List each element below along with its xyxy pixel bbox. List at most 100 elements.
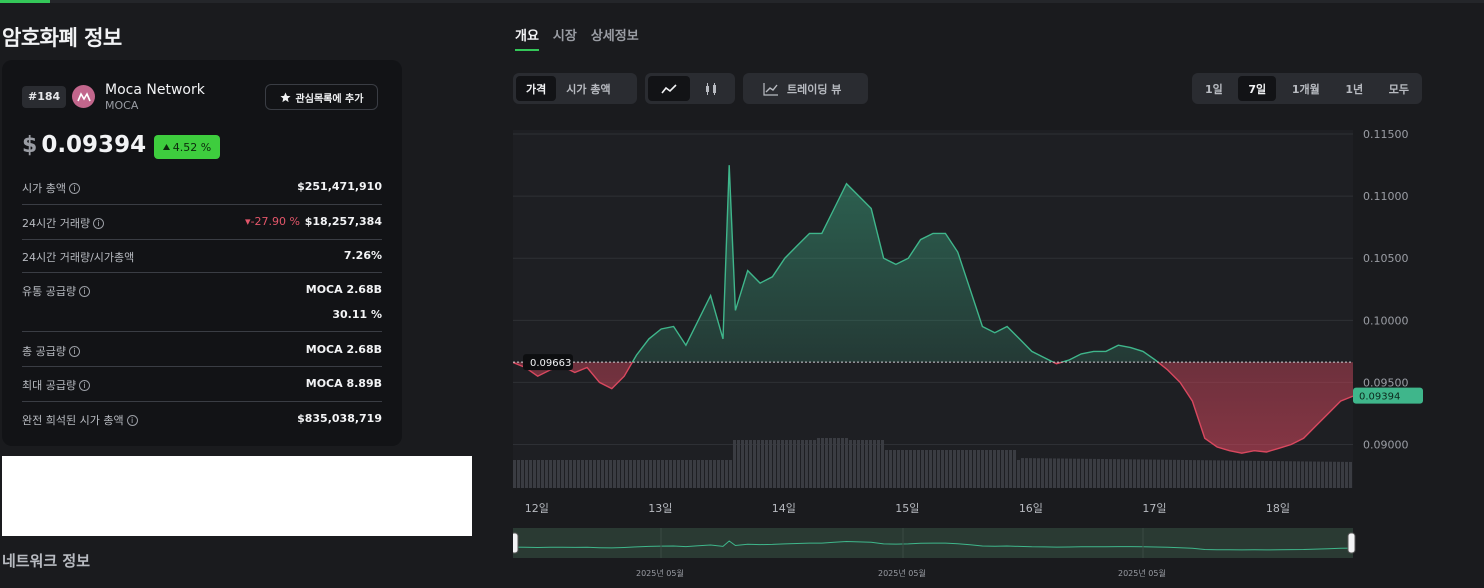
candlestick-button[interactable] bbox=[690, 76, 732, 101]
volume-bar bbox=[553, 460, 556, 488]
volume-bar bbox=[1177, 459, 1180, 488]
range-1d[interactable]: 1일 bbox=[1195, 76, 1233, 101]
volume-bar bbox=[1277, 461, 1280, 488]
price-chart[interactable]: 0.11500 0.11000 0.10500 0.10000 0.09500 0.090… bbox=[513, 130, 1443, 588]
volume-bar bbox=[893, 450, 896, 488]
volume-bar bbox=[1081, 458, 1084, 488]
volume-bar bbox=[1185, 460, 1188, 488]
volume-bar bbox=[1017, 460, 1020, 488]
info-icon[interactable]: i bbox=[93, 217, 105, 229]
line-chart-button[interactable] bbox=[648, 76, 690, 101]
volume-bar bbox=[729, 460, 732, 488]
volume-bar bbox=[1233, 460, 1236, 488]
volume-bar bbox=[1061, 458, 1064, 488]
stat-label: 완전 희석된 시가 총액 i bbox=[22, 412, 138, 428]
volume-bar bbox=[1161, 459, 1164, 488]
navigator-handle-left bbox=[513, 532, 519, 554]
volume-bar bbox=[1121, 459, 1124, 488]
volume-bar bbox=[945, 450, 948, 488]
market-cap-toggle-button[interactable]: 시가 총액 bbox=[556, 76, 620, 101]
price-change-badge: 4.52 % bbox=[154, 135, 220, 159]
volume-bar bbox=[1029, 458, 1032, 488]
volume-bar bbox=[817, 438, 820, 488]
volume-bar bbox=[1045, 458, 1048, 488]
price-change-value: 4.52 % bbox=[172, 140, 212, 154]
volume-bar bbox=[569, 460, 572, 488]
volume-bar bbox=[1101, 459, 1104, 488]
info-icon[interactable]: i bbox=[79, 285, 91, 297]
x-tick-label: 14일 bbox=[772, 501, 796, 515]
volume-bar bbox=[969, 450, 972, 488]
trading-view-button[interactable]: 트레이딩 뷰 bbox=[743, 73, 868, 104]
volume-bar bbox=[765, 440, 768, 488]
volume-bar bbox=[1341, 461, 1344, 488]
main-tabs: 개요 시장 상세정보 bbox=[515, 25, 639, 51]
volume-bar bbox=[1117, 459, 1120, 488]
reference-price-label: 0.09663 bbox=[530, 358, 571, 369]
volume-bar bbox=[897, 450, 900, 488]
stat-value: MOCA 8.89B bbox=[305, 377, 382, 390]
coin-symbol: MOCA bbox=[105, 99, 139, 112]
volume-bar bbox=[737, 440, 740, 488]
top-progress-line bbox=[0, 0, 1484, 3]
volume-bar bbox=[749, 440, 752, 488]
stat-value: MOCA 2.68B bbox=[305, 343, 382, 356]
volume-bar bbox=[949, 450, 952, 488]
info-icon[interactable]: i bbox=[126, 414, 138, 426]
volume-bar bbox=[597, 460, 600, 488]
volume-bar bbox=[877, 440, 880, 488]
chart-type-toggle: 가격 시가 총액 bbox=[513, 73, 637, 104]
volume-bar bbox=[1317, 461, 1320, 488]
volume-bar bbox=[657, 460, 660, 488]
volume-bar bbox=[929, 450, 932, 488]
divider bbox=[22, 366, 382, 367]
volume-bar bbox=[921, 450, 924, 488]
tab-overview[interactable]: 개요 bbox=[515, 25, 539, 51]
volume-bar bbox=[521, 460, 524, 488]
volume-bar bbox=[1001, 450, 1004, 488]
volume-bar bbox=[913, 450, 916, 488]
volume-bar bbox=[713, 460, 716, 488]
volume-bar bbox=[1337, 461, 1340, 488]
info-icon[interactable]: i bbox=[68, 345, 80, 357]
range-1y[interactable]: 1년 bbox=[1335, 76, 1373, 101]
range-all[interactable]: 모두 bbox=[1379, 76, 1419, 101]
volume-bar bbox=[1157, 459, 1160, 488]
range-1m[interactable]: 1개월 bbox=[1282, 76, 1330, 101]
volume-bar bbox=[697, 460, 700, 488]
volume-bar bbox=[1245, 460, 1248, 488]
stat-value: $18,257,384 bbox=[304, 215, 382, 228]
volume-bar bbox=[789, 440, 792, 488]
info-icon[interactable]: i bbox=[79, 379, 91, 391]
price-currency: $ bbox=[22, 132, 38, 158]
tab-market[interactable]: 시장 bbox=[553, 25, 577, 51]
volume-bar bbox=[1125, 459, 1128, 488]
volume-bar bbox=[1013, 450, 1016, 488]
volume-bar bbox=[1305, 461, 1308, 488]
volume-bar bbox=[733, 440, 736, 488]
volume-bar bbox=[1021, 458, 1024, 488]
price-toggle-button[interactable]: 가격 bbox=[516, 76, 557, 101]
range-7d[interactable]: 7일 bbox=[1238, 76, 1277, 101]
volume-bar bbox=[953, 450, 956, 488]
volume-bar bbox=[777, 440, 780, 488]
tab-details[interactable]: 상세정보 bbox=[591, 25, 639, 51]
y-tick-label: 0.09000 bbox=[1363, 439, 1409, 452]
info-icon[interactable]: i bbox=[68, 182, 80, 194]
volume-bar bbox=[589, 460, 592, 488]
volume-bar bbox=[1085, 458, 1088, 488]
volume-bar bbox=[1301, 461, 1304, 488]
volume-bar bbox=[793, 440, 796, 488]
volume-bar bbox=[1105, 459, 1108, 488]
volume-bar bbox=[1113, 459, 1116, 488]
add-watchlist-button[interactable]: 관심목록에 추가 bbox=[265, 84, 378, 110]
volume-bar bbox=[1293, 461, 1296, 488]
y-tick-label: 0.10500 bbox=[1363, 252, 1409, 265]
navigator-handle-right bbox=[1347, 532, 1356, 554]
divider bbox=[22, 401, 382, 402]
volume-bar bbox=[757, 440, 760, 488]
volume-bar bbox=[1209, 460, 1212, 488]
volume-bar bbox=[725, 460, 728, 488]
volume-bar bbox=[797, 440, 800, 488]
volume-bar bbox=[853, 440, 856, 488]
